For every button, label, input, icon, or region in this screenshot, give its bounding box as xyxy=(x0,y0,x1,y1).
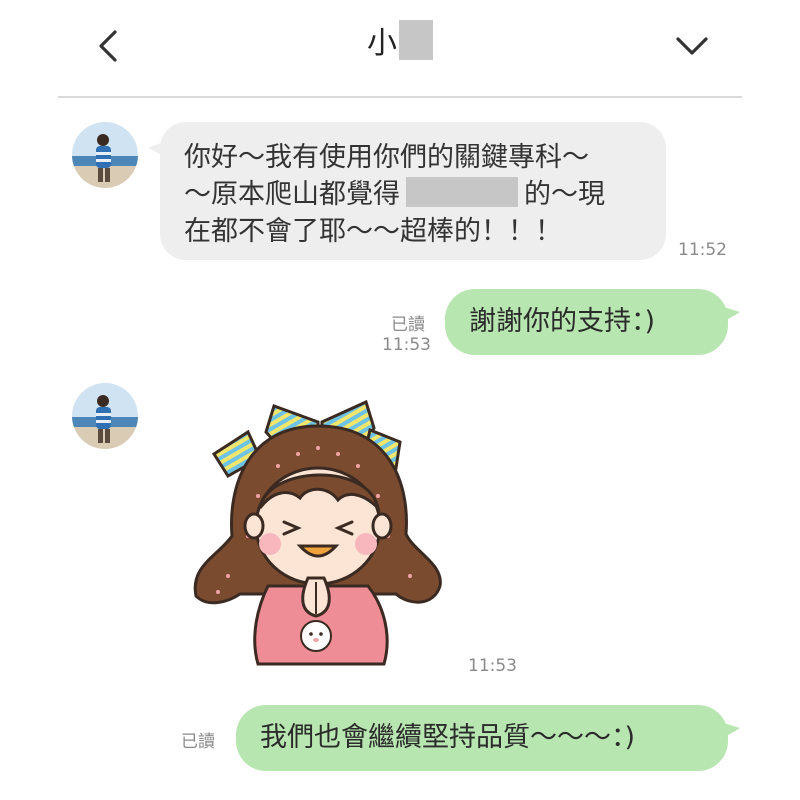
message-time: 11:53 xyxy=(382,335,431,355)
user-avatar-photo xyxy=(72,122,138,188)
message-text: 謝謝你的支持：) xyxy=(469,306,656,337)
message-bubble[interactable]: 我們也會繼續堅持品質～～～：) xyxy=(236,705,728,771)
message-line: 在都不會了耶～～超棒的！！！ xyxy=(184,216,562,247)
user-avatar-photo xyxy=(72,383,138,449)
header-divider xyxy=(58,96,742,98)
redacted-name-block xyxy=(399,20,433,60)
redacted-text-block xyxy=(406,177,518,207)
sticker-message[interactable] xyxy=(188,396,448,668)
message-bubble[interactable]: 你好～我有使用你們的關鍵專科～ ～原本爬山都覺得 的～現 在都不會了耶～～超棒的！… xyxy=(160,122,666,260)
bubble-tail xyxy=(720,306,740,324)
message-text: 的～現 xyxy=(524,179,605,210)
avatar[interactable] xyxy=(72,383,138,449)
read-receipt: 已讀 xyxy=(181,732,215,752)
message-text: 我們也會繼續堅持品質～～～：) xyxy=(260,722,636,753)
message-text: ～原本爬山都覺得 xyxy=(184,179,400,210)
message-line: 你好～我有使用你們的關鍵專科～ xyxy=(184,142,589,173)
message-time: 11:52 xyxy=(678,240,727,260)
expand-menu-button[interactable] xyxy=(672,26,712,66)
avatar[interactable] xyxy=(72,122,138,188)
chat-title-text: 小 xyxy=(367,26,397,61)
chevron-down-icon xyxy=(676,37,708,55)
girl-thank-you-sticker xyxy=(193,399,442,666)
message-bubble[interactable]: 謝謝你的支持：) xyxy=(445,289,728,355)
message-line: ～原本爬山都覺得 的～現 xyxy=(184,176,666,213)
message-time: 11:53 xyxy=(468,656,517,676)
bubble-tail xyxy=(720,722,740,740)
read-receipt: 已讀 xyxy=(391,315,425,335)
chat-header: 小 xyxy=(0,0,800,96)
